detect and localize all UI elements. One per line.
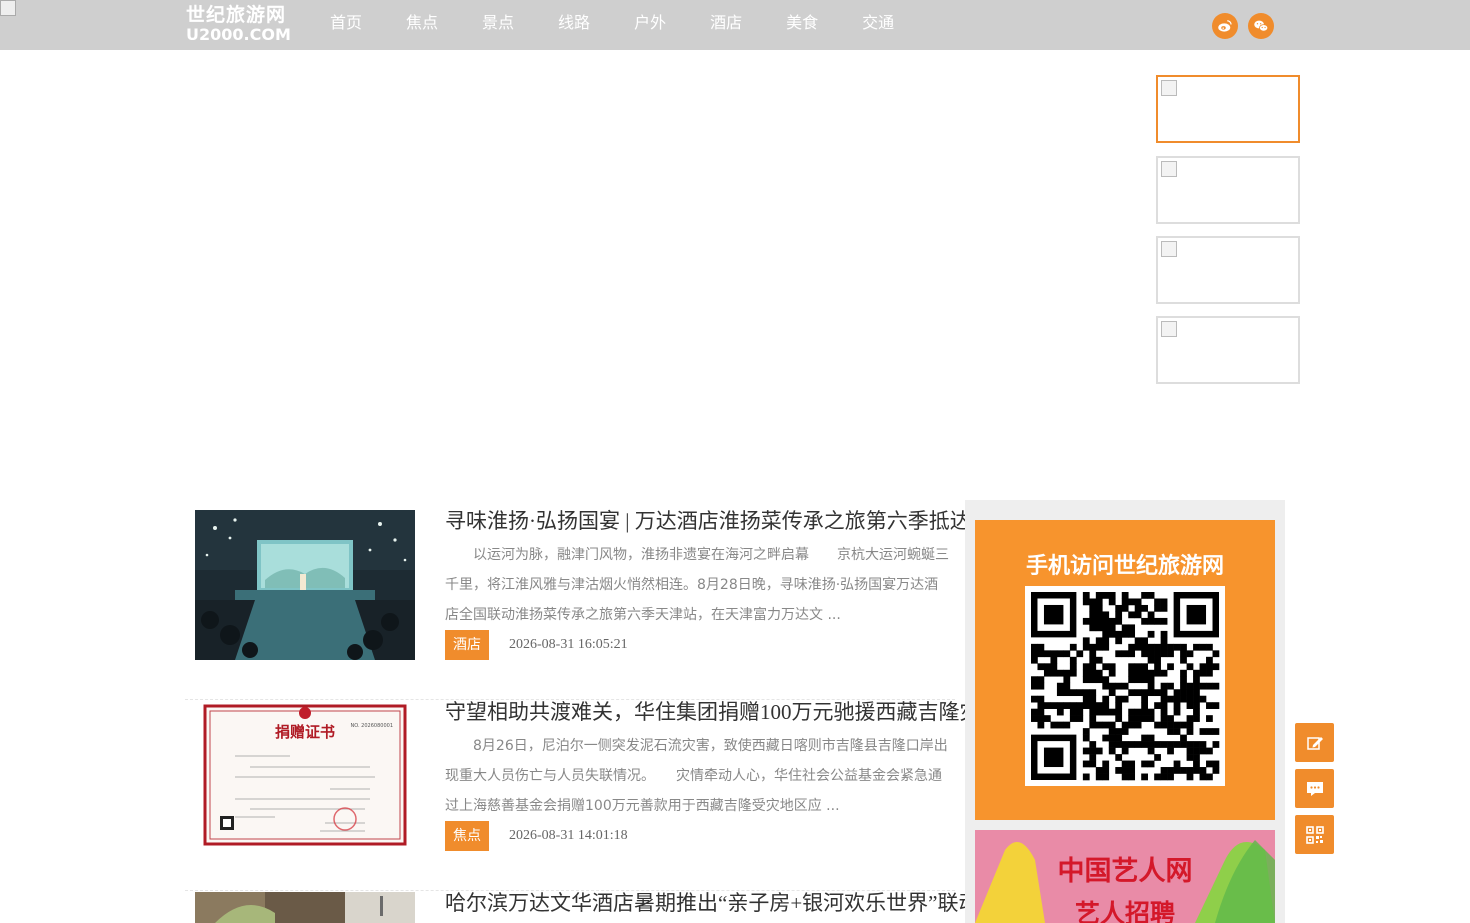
- article-summary: 8月26日，尼泊尔一侧突发泥石流灾害，致使西藏日喀则市吉隆县吉隆口岸出现重大人员…: [445, 738, 948, 814]
- wechat-icon[interactable]: [1248, 13, 1274, 39]
- weibo-icon[interactable]: [1212, 13, 1238, 39]
- article-category-tag[interactable]: 焦点: [445, 821, 489, 851]
- article-image-certificate[interactable]: 捐赠证书 NO. 2026080001: [195, 701, 415, 851]
- nav-transport[interactable]: 交通: [862, 0, 894, 50]
- article-item: 寻味淮扬·弘扬国宴 | 万达酒店淮扬菜传承之旅第六季抵达 以运河为脉，融津门风物…: [185, 510, 971, 700]
- broken-image-icon: [1161, 321, 1177, 337]
- comment-icon[interactable]: [1295, 769, 1334, 808]
- mobile-qr-box: 手机访问世纪旅游网: [975, 520, 1275, 820]
- certificate-number: NO. 2026080001: [351, 723, 393, 729]
- certificate-heading: 捐赠证书: [275, 723, 335, 741]
- edit-icon[interactable]: [1295, 723, 1334, 762]
- nav-outdoor[interactable]: 户外: [634, 0, 666, 50]
- slider-thumb-3[interactable]: [1156, 236, 1300, 304]
- main-nav: 首页 焦点 景点 线路 户外 酒店 美食 交通: [330, 0, 938, 50]
- slider-thumb-4[interactable]: [1156, 316, 1300, 384]
- slider-thumb-1[interactable]: [1156, 75, 1300, 143]
- article-date: 2026-08-31 16:05:21: [509, 637, 628, 652]
- ad-banner[interactable]: 中国艺人网 艺人招聘: [975, 830, 1275, 923]
- slider-thumb-2[interactable]: [1156, 156, 1300, 224]
- article-title[interactable]: 哈尔滨万达文华酒店暑期推出“亲子房+银河欢乐世界”联动: [445, 892, 979, 914]
- article-title[interactable]: 守望相助共渡难关，华住集团捐赠100万元驰援西藏吉隆灾: [445, 701, 981, 723]
- broken-image-icon: [1161, 161, 1177, 177]
- nav-focus[interactable]: 焦点: [406, 0, 438, 50]
- article-image-hotel[interactable]: [195, 892, 415, 923]
- logo-english: U2000.COM: [186, 25, 291, 44]
- article-title[interactable]: 寻味淮扬·弘扬国宴 | 万达酒店淮扬菜传承之旅第六季抵达: [445, 510, 971, 532]
- logo-chinese: 世纪旅游网: [186, 4, 287, 26]
- qr-title: 手机访问世纪旅游网: [1025, 554, 1224, 579]
- article-item: 哈尔滨万达文华酒店暑期推出“亲子房+银河欢乐世界”联动: [185, 892, 979, 923]
- article-category-tag[interactable]: 酒店: [445, 630, 489, 660]
- article-date: 2026-08-31 14:01:18: [509, 828, 628, 843]
- right-sidebar: 手机访问世纪旅游网 中国艺人网 艺人招聘: [965, 500, 1285, 923]
- ad-line1: 中国艺人网: [1058, 856, 1193, 887]
- article-item: 捐赠证书 NO. 2026080001 守望相助共渡难关，华住集团捐赠100万元…: [185, 701, 981, 891]
- qr-code: [1025, 586, 1225, 786]
- broken-image-icon: [1161, 241, 1177, 257]
- ad-line2: 艺人招聘: [1075, 899, 1175, 923]
- nav-food[interactable]: 美食: [786, 0, 818, 50]
- article-summary: 以运河为脉，融津门风物，淮扬非遗宴在海河之畔启幕 京杭大运河蜿蜒三千里，将江淮风…: [445, 547, 949, 623]
- broken-image-icon: [1161, 80, 1177, 96]
- nav-scenic[interactable]: 景点: [482, 0, 514, 50]
- nav-home[interactable]: 首页: [330, 0, 362, 50]
- site-logo[interactable]: 世纪旅游网 U2000.COM: [186, 5, 296, 45]
- nav-hotel[interactable]: 酒店: [710, 0, 742, 50]
- article-image-banquet[interactable]: [195, 510, 415, 660]
- broken-image-icon: [0, 0, 16, 16]
- nav-routes[interactable]: 线路: [558, 0, 590, 50]
- top-nav-bar: 世纪旅游网 U2000.COM 首页 焦点 景点 线路 户外 酒店 美食 交通: [0, 0, 1470, 50]
- qrcode-icon[interactable]: [1295, 815, 1334, 854]
